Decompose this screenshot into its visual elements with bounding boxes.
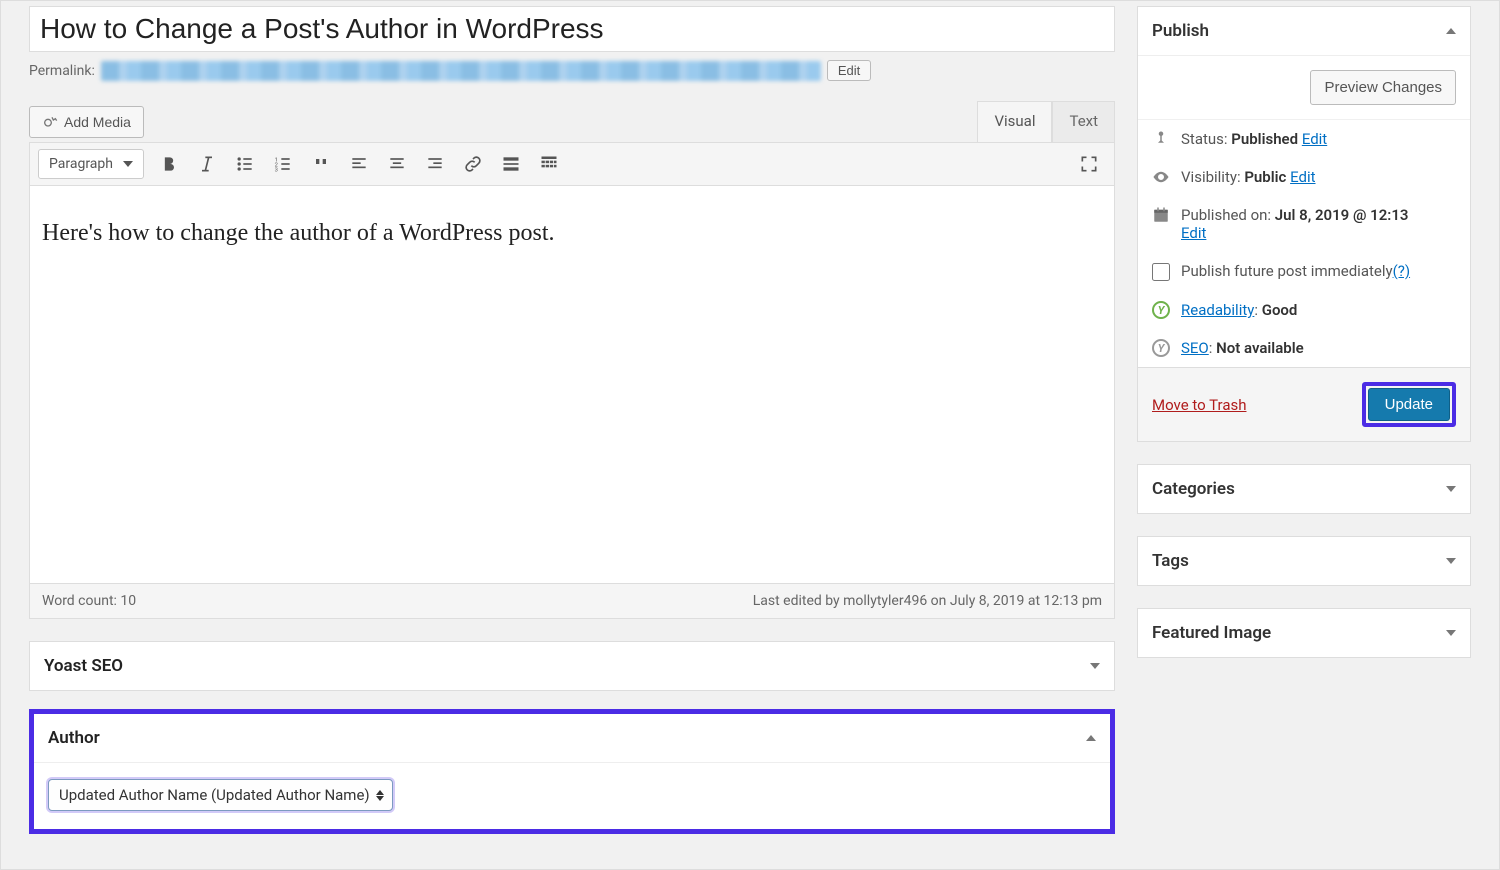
yoast-seo-box: Yoast SEO (29, 641, 1115, 691)
chevron-up-icon (1446, 28, 1456, 34)
yoast-seo-title: Yoast SEO (44, 656, 123, 676)
yoast-seo-toggle[interactable]: Yoast SEO (30, 642, 1114, 690)
future-publish-checkbox[interactable] (1152, 263, 1170, 281)
align-center-icon[interactable] (384, 151, 410, 177)
future-publish-row: Publish future post immediately(?) (1138, 252, 1470, 291)
permalink-label: Permalink: (29, 63, 95, 79)
chevron-down-icon (123, 161, 133, 167)
bullet-list-icon[interactable] (232, 151, 258, 177)
bold-icon[interactable] (156, 151, 182, 177)
status-edit-link[interactable]: Edit (1302, 130, 1327, 148)
categories-box: Categories (1137, 464, 1471, 514)
permalink-row: Permalink: Edit (29, 60, 1115, 81)
tab-visual[interactable]: Visual (977, 101, 1052, 142)
format-select[interactable]: Paragraph (38, 149, 144, 179)
word-count: Word count: 10 (42, 593, 136, 609)
publish-title: Publish (1152, 21, 1209, 41)
seo-row: Y SEO: Not available (1138, 329, 1470, 367)
visibility-edit-link[interactable]: Edit (1290, 168, 1315, 186)
calendar-icon (1152, 206, 1170, 224)
categories-title: Categories (1152, 479, 1235, 499)
seo-link[interactable]: SEO (1181, 339, 1209, 357)
editor-status-bar: Word count: 10 Last edited by mollytyler… (29, 584, 1115, 619)
featured-image-title: Featured Image (1152, 623, 1271, 643)
visibility-row: Visibility: Public Edit (1138, 158, 1470, 196)
numbered-list-icon[interactable]: 123 (270, 151, 296, 177)
author-select[interactable]: Updated Author Name (Updated Author Name… (48, 779, 393, 811)
update-button[interactable]: Update (1368, 388, 1450, 421)
yoast-readability-icon: Y (1152, 301, 1170, 319)
permalink-edit-button[interactable]: Edit (827, 60, 871, 81)
author-box-toggle[interactable]: Author (34, 714, 1110, 763)
preview-changes-button[interactable]: Preview Changes (1310, 70, 1456, 105)
align-right-icon[interactable] (422, 151, 448, 177)
italic-icon[interactable] (194, 151, 220, 177)
status-row: Status: Published Edit (1138, 120, 1470, 158)
readability-link[interactable]: Readability (1181, 301, 1254, 319)
categories-toggle[interactable]: Categories (1138, 465, 1470, 513)
permalink-value (101, 61, 821, 81)
pin-icon (1152, 130, 1170, 148)
author-select-value: Updated Author Name (Updated Author Name… (59, 786, 370, 804)
tab-text[interactable]: Text (1052, 101, 1115, 142)
move-to-trash-link[interactable]: Move to Trash (1152, 396, 1246, 414)
last-edited: Last edited by mollytyler496 on July 8, … (753, 593, 1102, 609)
post-title-input[interactable] (29, 6, 1115, 52)
quote-icon[interactable] (308, 151, 334, 177)
toolbar-toggle-icon[interactable] (536, 151, 562, 177)
select-arrows-icon (376, 790, 384, 801)
publish-box: Publish Preview Changes Status: Publishe… (1137, 6, 1471, 442)
editor-content[interactable]: Here's how to change the author of a Wor… (29, 186, 1115, 584)
add-media-button[interactable]: Add Media (29, 106, 144, 138)
yoast-seo-icon: Y (1152, 339, 1170, 357)
add-media-label: Add Media (64, 114, 131, 130)
readability-row: Y Readability: Good (1138, 291, 1470, 329)
author-box: Author Updated Author Name (Updated Auth… (29, 709, 1115, 834)
align-left-icon[interactable] (346, 151, 372, 177)
link-icon[interactable] (460, 151, 486, 177)
published-on-edit-link[interactable]: Edit (1181, 224, 1206, 242)
featured-image-toggle[interactable]: Featured Image (1138, 609, 1470, 657)
tags-box: Tags (1137, 536, 1471, 586)
tags-toggle[interactable]: Tags (1138, 537, 1470, 585)
chevron-up-icon (1086, 735, 1096, 741)
chevron-down-icon (1090, 663, 1100, 669)
read-more-icon[interactable] (498, 151, 524, 177)
chevron-down-icon (1446, 558, 1456, 564)
format-select-label: Paragraph (49, 156, 113, 172)
author-box-title: Author (48, 728, 100, 748)
svg-text:3: 3 (275, 168, 278, 174)
chevron-down-icon (1446, 486, 1456, 492)
featured-image-box: Featured Image (1137, 608, 1471, 658)
fullscreen-icon[interactable] (1076, 151, 1102, 177)
editor-toolbar: Paragraph 123 (29, 142, 1115, 186)
media-icon (42, 114, 58, 130)
tags-title: Tags (1152, 551, 1189, 571)
published-on-row: Published on: Jul 8, 2019 @ 12:13Edit (1138, 196, 1470, 252)
chevron-down-icon (1446, 630, 1456, 636)
future-publish-help[interactable]: (?) (1393, 262, 1410, 280)
eye-icon (1152, 168, 1170, 186)
publish-toggle[interactable]: Publish (1138, 7, 1470, 56)
